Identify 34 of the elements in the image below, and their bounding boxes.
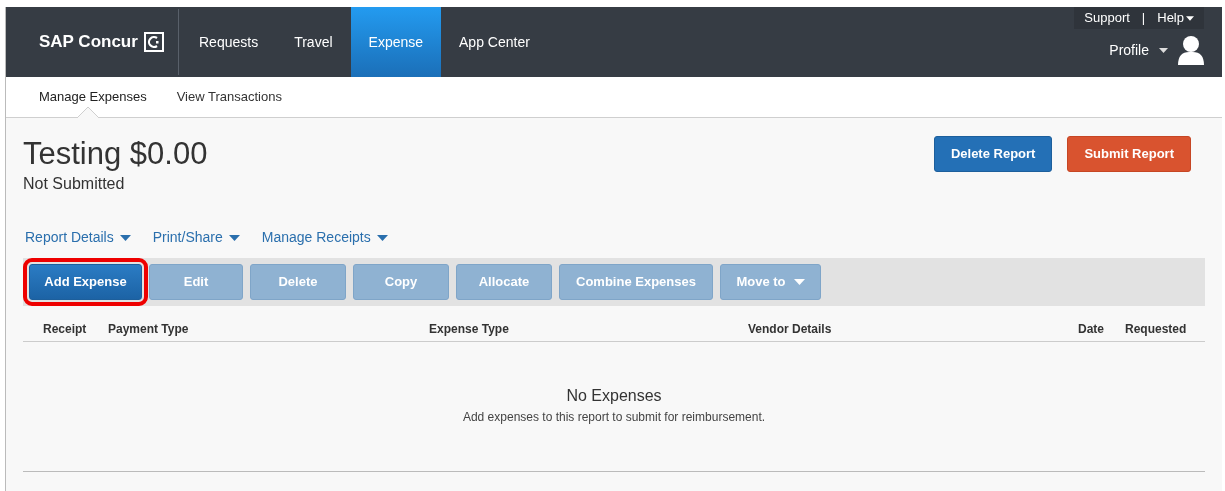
dropdown-menu-link[interactable]: Manage Receipts xyxy=(261,227,388,248)
brand-logo-text: SAP Concur xyxy=(39,31,138,54)
empty-state-title: No Expenses xyxy=(566,386,662,406)
dropdown-menu-link[interactable]: Report Details xyxy=(25,227,131,248)
dropdown-menu-link[interactable]: Print/Share xyxy=(152,227,240,248)
column-header: Payment Type xyxy=(108,321,189,338)
profile-menu[interactable]: Profile xyxy=(1109,39,1168,61)
column-header: Receipt xyxy=(43,321,87,338)
separator: | xyxy=(1141,9,1146,28)
subnav-tab[interactable]: View Transactions xyxy=(176,77,282,117)
logo-icon xyxy=(143,32,164,52)
caret-icon xyxy=(1159,47,1168,53)
nav-tab[interactable]: Expense xyxy=(350,7,442,77)
subnav-tab[interactable]: Manage Expenses xyxy=(39,77,147,117)
nav-tab[interactable]: Travel xyxy=(276,7,351,77)
caret-icon xyxy=(119,234,131,241)
report-title: Testing $0.00 xyxy=(23,136,208,172)
column-header: Vendor Details xyxy=(748,321,832,338)
submit-button[interactable]: Submit Report xyxy=(1067,136,1191,172)
column-header: Date xyxy=(1078,321,1104,338)
user-avatar-icon[interactable] xyxy=(1178,35,1204,65)
caret-icon xyxy=(376,234,388,241)
column-header: Expense Type xyxy=(429,321,509,338)
utility-link[interactable]: Help xyxy=(1157,8,1194,28)
empty-state-message: Add expenses to this report to submit for reimbursement. xyxy=(462,409,766,426)
utility-link[interactable]: Support xyxy=(1084,8,1130,28)
column-header: Requested xyxy=(1125,321,1187,338)
report-status: Not Submitted xyxy=(23,174,126,194)
caret-icon xyxy=(1186,15,1194,21)
delete-button[interactable]: Delete Report xyxy=(933,136,1053,172)
caret-icon xyxy=(228,234,240,241)
nav-tab[interactable]: App Center xyxy=(441,7,548,77)
nav-tab[interactable]: Requests xyxy=(181,7,277,77)
caret-icon xyxy=(793,279,805,285)
